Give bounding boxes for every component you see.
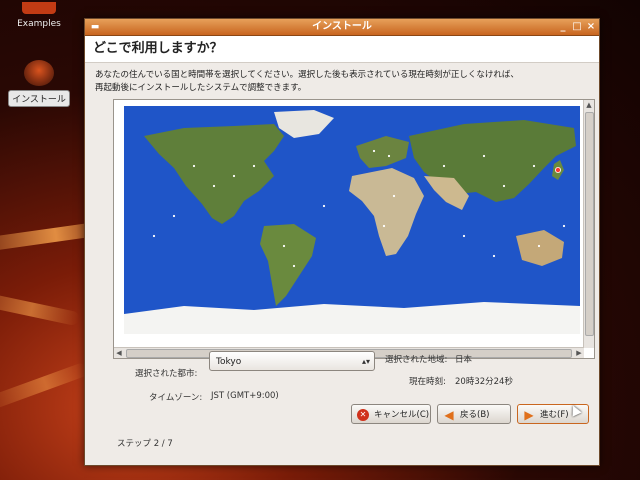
timezone-label: タイムゾーン: xyxy=(149,393,203,403)
minimize-icon[interactable]: _ xyxy=(557,21,569,33)
timezone-map-frame: ▲ ◀ ▶ xyxy=(113,99,595,359)
maximize-icon[interactable]: □ xyxy=(571,21,583,33)
desktop-background-streak xyxy=(0,361,90,413)
map-vertical-scrollbar[interactable]: ▲ xyxy=(583,100,594,348)
scrollbar-thumb[interactable] xyxy=(585,112,594,336)
description-line: 再起動後にインストールしたシステムで調整できます。 xyxy=(95,83,307,93)
scroll-up-icon[interactable]: ▲ xyxy=(584,100,594,110)
back-button[interactable]: ◀ 戻る(B) xyxy=(437,404,511,424)
installer-icon xyxy=(24,60,54,86)
city-select[interactable]: Tokyo ▴▾ xyxy=(209,351,375,371)
city-label: 選択された都市: xyxy=(135,369,198,379)
page-title: どこで利用しますか？ xyxy=(85,36,599,63)
selected-city-marker[interactable] xyxy=(554,167,561,174)
continent-antarctica xyxy=(124,302,580,334)
desktop-background-streak xyxy=(0,287,81,327)
installer-window: ▬ インストール _ □ × どこで利用しますか？ あなたの住んでいる国と時間帯… xyxy=(84,18,600,466)
region-label: 選択された地域: xyxy=(385,355,448,365)
back-button-label: 戻る(B) xyxy=(460,410,490,420)
current-time-value: 20時32分24秒 xyxy=(455,377,513,387)
scroll-left-icon[interactable]: ◀ xyxy=(114,348,124,358)
region-value: 日本 xyxy=(455,355,473,365)
title-bar[interactable]: ▬ インストール _ □ × xyxy=(85,19,599,36)
cancel-button[interactable]: ✕ キャンセル(C) xyxy=(351,404,431,424)
arrow-right-icon: ▶ xyxy=(524,408,534,422)
cancel-icon: ✕ xyxy=(357,409,369,421)
desktop-icon-label: Examples xyxy=(17,19,61,29)
next-button-label: 進む(F) xyxy=(540,410,569,420)
world-map[interactable] xyxy=(124,106,580,334)
chevron-updown-icon: ▴▾ xyxy=(361,357,370,366)
description: あなたの住んでいる国と時間帯を選択してください。選択した後も表示されている現在時… xyxy=(95,69,585,95)
current-time-label: 現在時刻: xyxy=(409,377,446,387)
examples-folder-icon xyxy=(22,2,56,14)
close-icon[interactable]: × xyxy=(585,21,597,33)
window-menu-icon[interactable]: ▬ xyxy=(89,22,101,32)
desktop-icon-examples[interactable]: Examples xyxy=(4,2,74,30)
desktop-icon-install[interactable]: インストール xyxy=(4,60,74,107)
window-title: インストール xyxy=(312,21,372,32)
cancel-button-label: キャンセル(C) xyxy=(374,410,430,420)
desktop-icon-label: インストール xyxy=(8,90,70,107)
step-indicator: ステップ 2 / 7 xyxy=(117,439,173,449)
arrow-left-icon: ◀ xyxy=(444,408,454,422)
description-line: あなたの住んでいる国と時間帯を選択してください。選択した後も表示されている現在時… xyxy=(95,70,519,80)
scroll-right-icon[interactable]: ▶ xyxy=(574,348,584,358)
timezone-value: JST (GMT+9:00) xyxy=(211,391,279,401)
city-value: Tokyo xyxy=(216,357,242,367)
